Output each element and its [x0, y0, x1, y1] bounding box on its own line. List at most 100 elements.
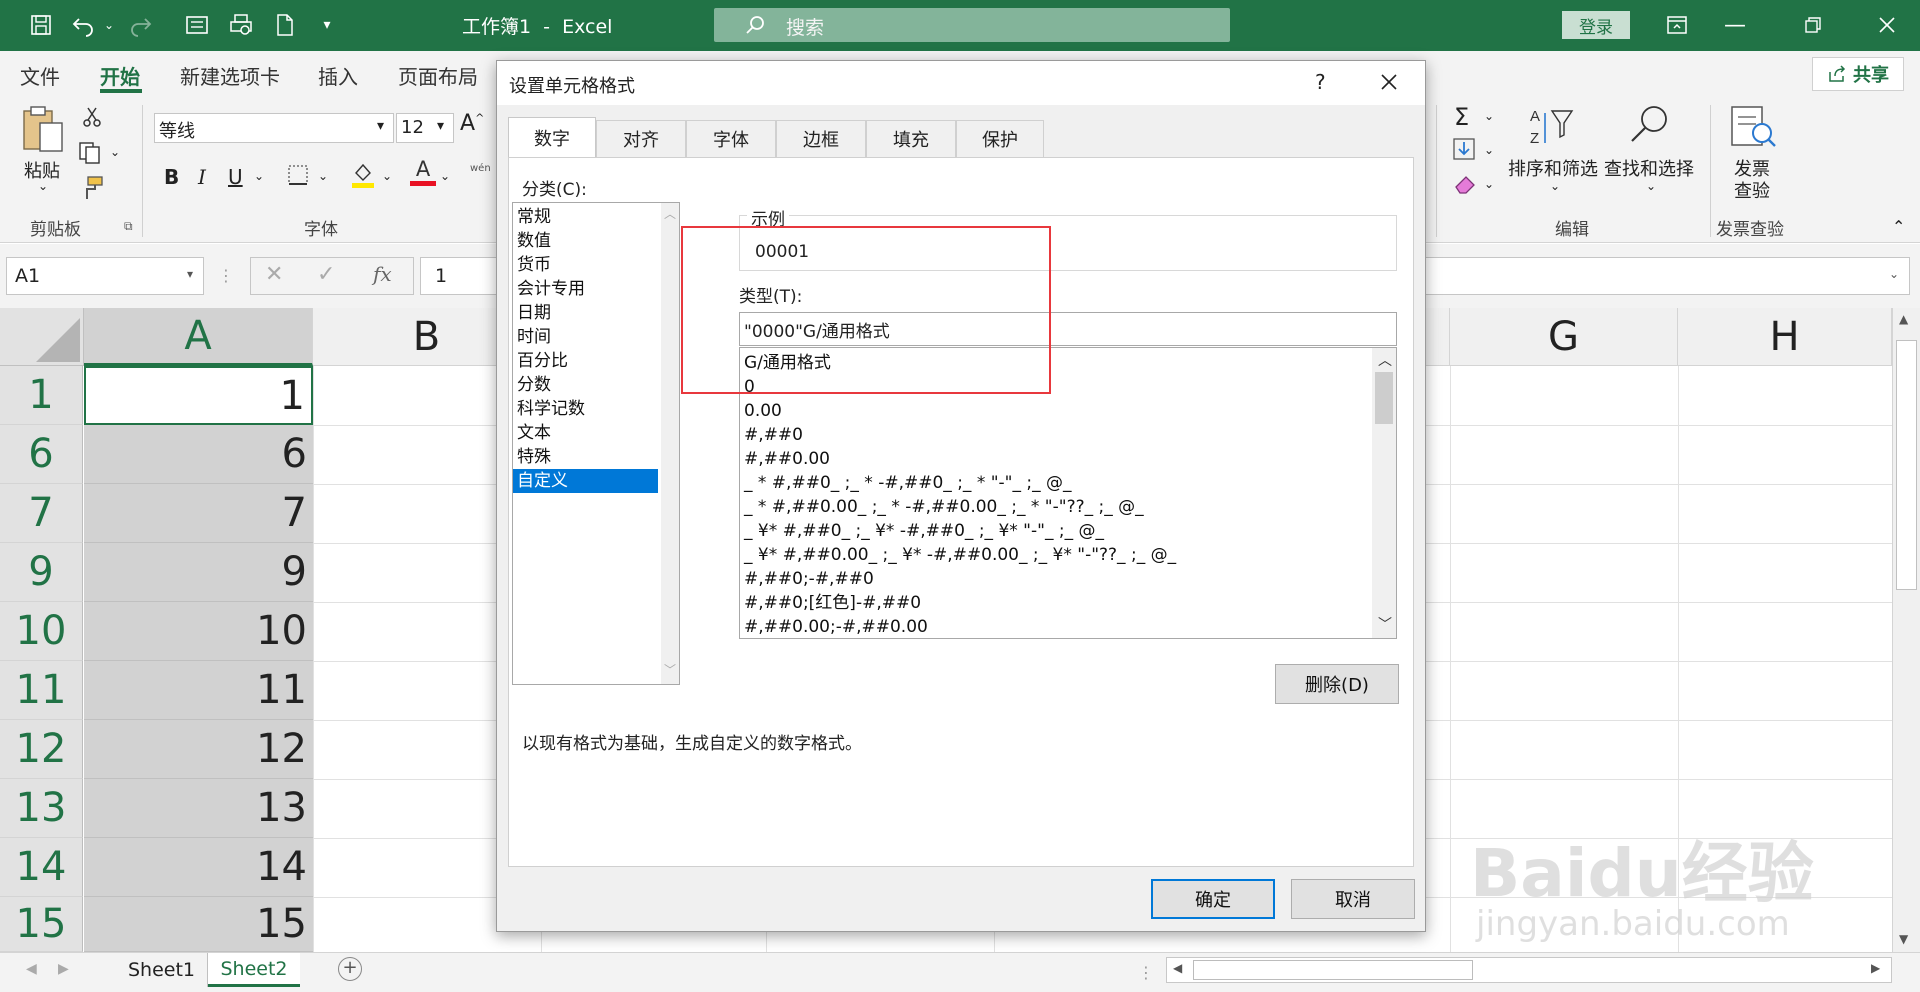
format-item[interactable]: _ * #,##0_ ;_ * -#,##0_ ;_ * "-"_ ;_ @_ [740, 471, 1370, 495]
row-header[interactable]: 1 [0, 366, 83, 425]
save-icon[interactable] [28, 12, 54, 38]
font-name-combo[interactable]: 等线 ▾ [154, 113, 394, 143]
name-box[interactable]: A1 ▾ [6, 257, 204, 295]
clipboard-launcher-icon[interactable]: ⧉ [124, 219, 133, 234]
print-preview-icon[interactable] [228, 12, 254, 38]
restore-icon[interactable] [1800, 12, 1826, 38]
redo-icon[interactable] [128, 12, 154, 38]
border-icon[interactable] [286, 163, 310, 191]
row-header[interactable]: 11 [0, 661, 83, 720]
font-size-combo[interactable]: 12 ▾ [396, 113, 454, 143]
tab-page-layout[interactable]: 页面布局 [398, 61, 478, 90]
category-item[interactable]: 常规 [513, 205, 658, 229]
login-button[interactable]: 登录 [1562, 11, 1630, 39]
delete-button[interactable]: 删除(D) [1275, 664, 1399, 704]
cell-a[interactable]: 15 [84, 897, 313, 952]
scroll-right-icon[interactable]: ▶ [1871, 961, 1880, 975]
help-button[interactable]: ? [1315, 70, 1326, 94]
cell-a[interactable]: 14 [84, 838, 313, 897]
format-item[interactable]: _ ¥* #,##0_ ;_ ¥* -#,##0_ ;_ ¥* "-"_ ;_ … [740, 519, 1370, 543]
format-scroll-down-icon[interactable]: ﹀ [1378, 614, 1392, 634]
paste-icon[interactable] [20, 105, 70, 155]
expand-formula-icon[interactable]: ⌄ [1889, 267, 1899, 281]
sort-filter-icon[interactable]: AZ [1528, 105, 1576, 153]
find-select-dropdown-icon[interactable]: ⌄ [1646, 179, 1656, 193]
insert-function-icon[interactable]: fx [373, 262, 392, 286]
column-header-g[interactable]: G [1450, 308, 1678, 366]
cell-a[interactable]: 13 [84, 779, 313, 838]
clear-dropdown-icon[interactable]: ⌄ [1484, 177, 1494, 191]
phonetic-icon[interactable]: wén [470, 163, 491, 174]
italic-icon[interactable]: I [198, 165, 206, 189]
cell-a[interactable]: 11 [84, 661, 313, 720]
confirm-entry-icon[interactable]: ✓ [317, 262, 335, 287]
sort-filter-dropdown-icon[interactable]: ⌄ [1550, 179, 1560, 193]
format-item[interactable]: #,##0;[红色]-#,##0 [740, 591, 1370, 615]
row-header[interactable]: 12 [0, 720, 83, 779]
font-color-icon[interactable]: A [410, 157, 436, 189]
sheet-tab-active[interactable]: Sheet2 [208, 953, 300, 987]
find-select-label[interactable]: 查找和选择 [1604, 155, 1694, 181]
vertical-scroll-thumb[interactable] [1896, 340, 1917, 590]
underline-icon[interactable]: U [228, 165, 243, 189]
form-icon[interactable] [184, 12, 210, 38]
category-item[interactable]: 文本 [513, 421, 658, 445]
fill-color-icon[interactable] [350, 161, 376, 193]
category-item[interactable]: 会计专用 [513, 277, 658, 301]
tab-border[interactable]: 边框 [776, 120, 866, 157]
format-item[interactable]: _ ¥* #,##0.00_ ;_ ¥* -#,##0.00_ ;_ ¥* "-… [740, 543, 1370, 567]
search-box[interactable]: 搜索 [714, 8, 1230, 42]
column-header-a[interactable]: A [84, 308, 313, 366]
format-item[interactable]: #,##0.00 [740, 447, 1370, 471]
fill-icon[interactable] [1452, 137, 1476, 165]
cell-a[interactable]: 7 [84, 484, 313, 543]
font-size-dropdown-icon[interactable]: ▾ [437, 118, 444, 134]
bold-icon[interactable]: B [164, 165, 179, 189]
category-item-selected[interactable]: 自定义 [513, 469, 658, 493]
vertical-scrollbar[interactable]: ▲ ▼ [1892, 308, 1920, 952]
invoice-label-line2[interactable]: 查验 [1734, 177, 1770, 203]
row-header[interactable]: 14 [0, 838, 83, 897]
category-item[interactable]: 时间 [513, 325, 658, 349]
tab-number[interactable]: 数字 [508, 117, 596, 158]
cell-a[interactable]: 6 [84, 425, 313, 484]
category-scrollbar[interactable]: ︿ ﹀ [661, 203, 679, 684]
tab-file[interactable]: 文件 [20, 61, 60, 90]
horizontal-scroll-thumb[interactable] [1193, 960, 1473, 980]
tab-insert[interactable]: 插入 [318, 61, 358, 90]
sort-filter-label[interactable]: 排序和筛选 [1508, 155, 1598, 181]
cell-a[interactable]: 9 [84, 543, 313, 602]
tab-splitter-icon[interactable]: ⋮ [1138, 963, 1154, 982]
category-scroll-up-icon[interactable]: ︿ [664, 205, 676, 222]
tab-protection[interactable]: 保护 [956, 120, 1044, 157]
name-box-dropdown-icon[interactable]: ▾ [187, 267, 193, 281]
close-window-icon[interactable] [1874, 12, 1900, 38]
add-sheet-icon[interactable]: + [338, 957, 362, 981]
undo-icon[interactable] [70, 12, 96, 38]
format-scroll-thumb[interactable] [1375, 372, 1393, 424]
font-color-dropdown-icon[interactable]: ⌄ [440, 169, 450, 183]
clear-icon[interactable] [1452, 171, 1478, 199]
customize-toolbar-icon[interactable]: ▾ [314, 12, 340, 38]
cut-icon[interactable] [80, 105, 104, 133]
cancel-entry-icon[interactable]: ✕ [265, 262, 283, 287]
row-header[interactable]: 7 [0, 484, 83, 543]
select-all-corner[interactable] [0, 308, 84, 366]
tab-font[interactable]: 字体 [686, 120, 776, 157]
tab-alignment[interactable]: 对齐 [596, 120, 686, 157]
underline-dropdown-icon[interactable]: ⌄ [254, 169, 264, 183]
dialog-close-icon[interactable] [1379, 72, 1399, 96]
cell-a1[interactable]: 1 [84, 366, 313, 425]
cancel-button[interactable]: 取消 [1291, 879, 1415, 919]
format-item[interactable]: #,##0;-#,##0 [740, 567, 1370, 591]
row-header[interactable]: 10 [0, 602, 83, 661]
tab-new[interactable]: 新建选项卡 [180, 61, 280, 90]
category-item[interactable]: 分数 [513, 373, 658, 397]
invoice-check-icon[interactable] [1728, 103, 1778, 155]
scroll-up-icon[interactable]: ▲ [1899, 312, 1908, 326]
row-header[interactable]: 9 [0, 543, 83, 602]
format-item[interactable]: _ * #,##0.00_ ;_ * -#,##0.00_ ;_ * "-"??… [740, 495, 1370, 519]
horizontal-scrollbar[interactable]: ◀ ▶ [1166, 957, 1892, 983]
collapse-ribbon-icon[interactable]: ⌃ [1892, 217, 1905, 236]
category-item[interactable]: 特殊 [513, 445, 658, 469]
